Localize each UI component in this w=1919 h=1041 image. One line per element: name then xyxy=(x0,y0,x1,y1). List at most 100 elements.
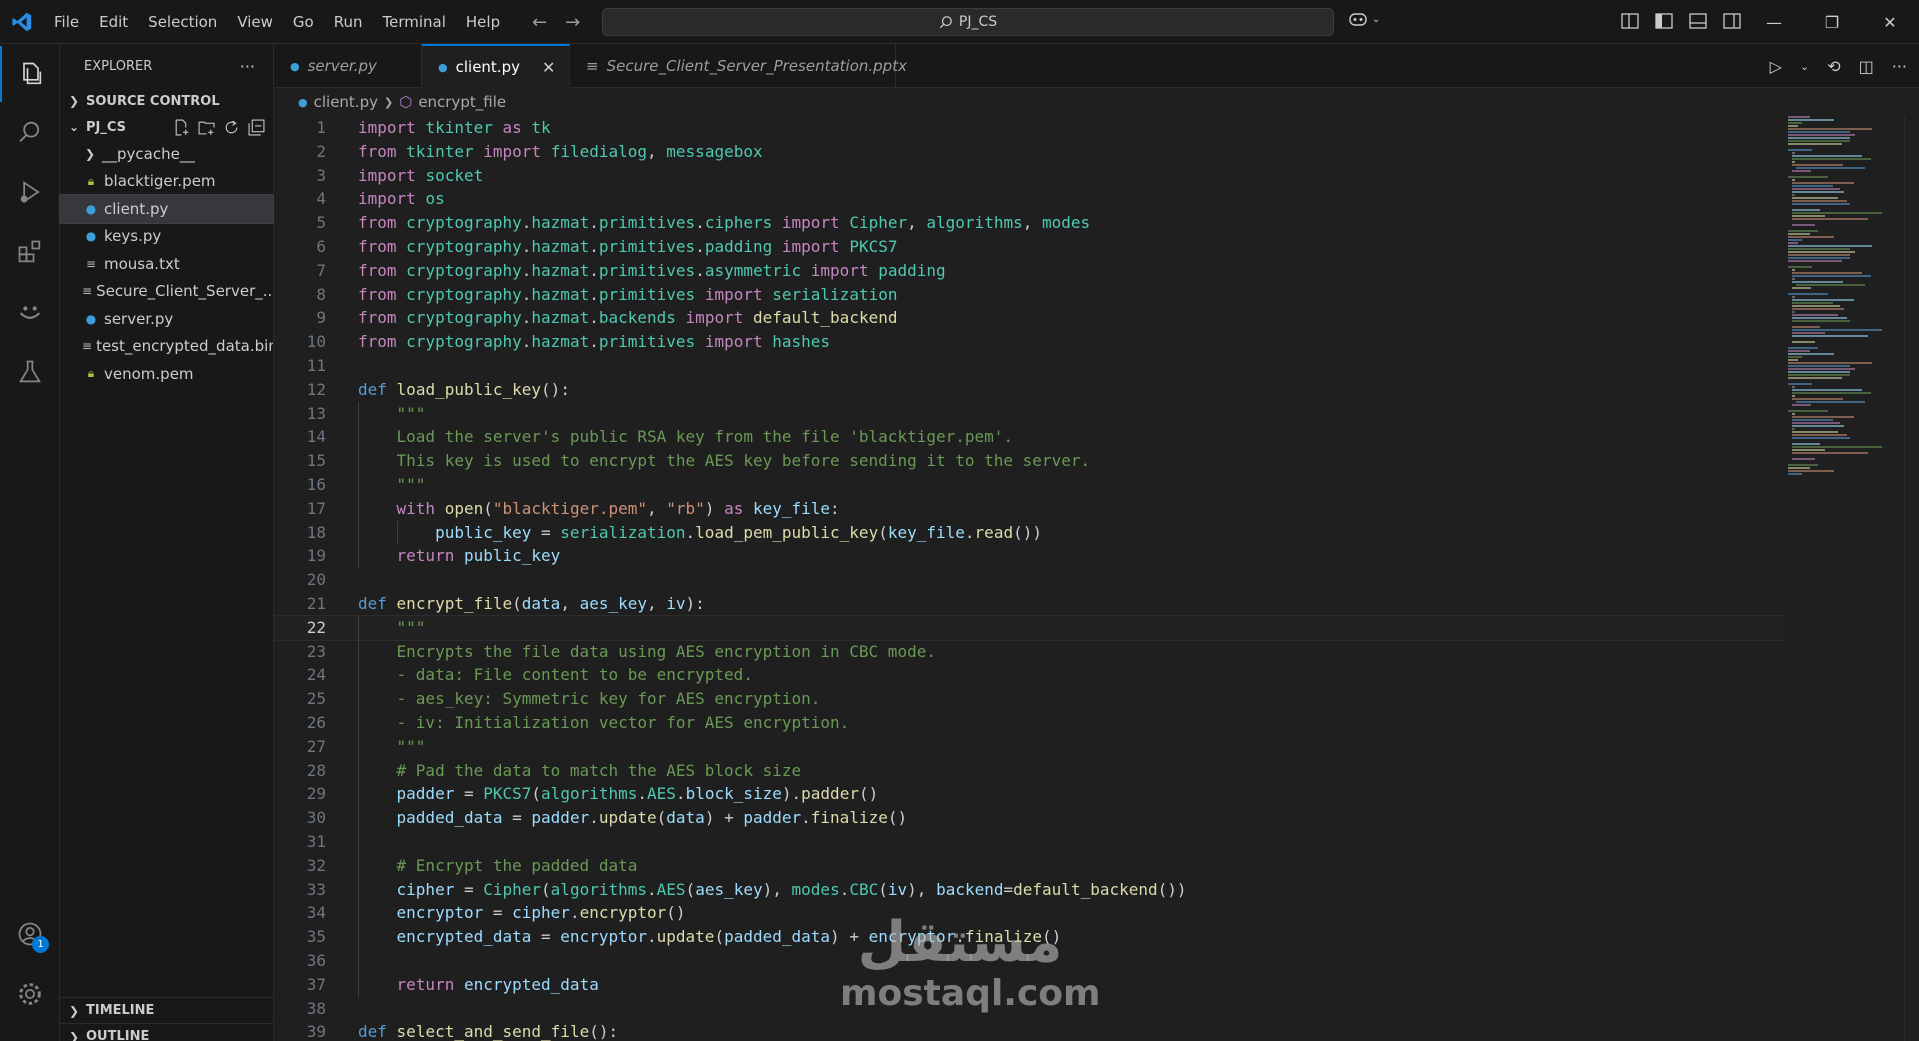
code-text: from tkinter import filedialog, messageb… xyxy=(358,141,763,161)
menu-go[interactable]: Go xyxy=(283,0,324,44)
code-line[interactable]: 5 from cryptography.hazmat.primitives.cip… xyxy=(274,211,1784,235)
code-line[interactable]: 1 import tkinter as tk xyxy=(274,116,1784,140)
restore-icon[interactable]: ❐ xyxy=(1803,0,1861,44)
code-line[interactable]: 31 xyxy=(274,830,1784,854)
minimize-icon[interactable]: — xyxy=(1745,0,1803,44)
code-line[interactable]: 4 import os xyxy=(274,187,1784,211)
code-line[interactable]: 7 from cryptography.hazmat.primitives.asy… xyxy=(274,259,1784,283)
menu-run[interactable]: Run xyxy=(324,0,373,44)
run-python-icon[interactable]: ▷ xyxy=(1770,57,1782,76)
code-line[interactable]: 13 """ xyxy=(274,402,1784,426)
new-file-icon[interactable] xyxy=(173,119,190,136)
tree-item-test-encrypted-data[interactable]: ≡ test_encrypted_data.bin xyxy=(60,333,273,361)
code-line[interactable]: 12 def load_public_key(): xyxy=(274,378,1784,402)
code-line[interactable]: 29 padder = PKCS7(algorithms.AES.block_s… xyxy=(274,782,1784,806)
code-line[interactable]: 10 from cryptography.hazmat.primitives im… xyxy=(274,330,1784,354)
split-editor-icon[interactable]: ◫ xyxy=(1859,57,1874,76)
tab-presentation[interactable]: ≡ Secure_Client_Server_Presentation.pptx xyxy=(570,44,907,88)
close-window-icon[interactable]: ✕ xyxy=(1861,0,1919,44)
testing-flask-icon[interactable] xyxy=(0,344,60,400)
code-editor[interactable]: 1 import tkinter as tk 2 from tkinter impor… xyxy=(274,116,1784,1041)
tab-server-py[interactable]: ● server.py xyxy=(274,44,422,88)
code-line[interactable]: 39 def select_and_send_file(): xyxy=(274,1020,1784,1041)
menu-terminal[interactable]: Terminal xyxy=(373,0,456,44)
code-line[interactable]: 24 - data: File content to be encrypted. xyxy=(274,663,1784,687)
tree-item-keys-py[interactable]: ● keys.py xyxy=(60,223,273,251)
copilot-button[interactable]: ⌄ xyxy=(1348,10,1380,28)
tree-item-mousa-txt[interactable]: ≡ mousa.txt xyxy=(60,250,273,278)
code-line[interactable]: 19 return public_key xyxy=(274,544,1784,568)
accounts-icon[interactable]: 1 xyxy=(0,906,60,962)
tree-item-client-py[interactable]: ● client.py xyxy=(59,194,274,224)
code-line[interactable]: 32 # Encrypt the padded data xyxy=(274,854,1784,878)
code-line[interactable]: 8 from cryptography.hazmat.primitives imp… xyxy=(274,283,1784,307)
explorer-icon[interactable] xyxy=(0,46,60,102)
menu-selection[interactable]: Selection xyxy=(138,0,227,44)
forward-arrow-icon[interactable]: → xyxy=(565,12,580,33)
tree-item-blacktiger-pem[interactable]: 🔒︎ blacktiger.pem xyxy=(60,168,273,196)
tree-item-pycache[interactable]: ❯ __pycache__ xyxy=(60,140,273,168)
menu-help[interactable]: Help xyxy=(456,0,510,44)
code-line[interactable]: 21 def encrypt_file(data, aes_key, iv): xyxy=(274,592,1784,616)
breadcrumb-file[interactable]: client.py xyxy=(314,93,378,111)
code-line[interactable]: 6 from cryptography.hazmat.primitives.pad… xyxy=(274,235,1784,259)
code-line[interactable]: 16 """ xyxy=(274,473,1784,497)
collapse-all-icon[interactable] xyxy=(248,119,265,136)
breadcrumb-symbol[interactable]: encrypt_file xyxy=(418,93,506,111)
code-line[interactable]: 28 # Pad the data to match the AES block… xyxy=(274,759,1784,783)
menu-file[interactable]: File xyxy=(44,0,89,44)
back-arrow-icon[interactable]: ← xyxy=(532,12,547,33)
indent-guide xyxy=(396,520,398,545)
code-line[interactable]: 11 xyxy=(274,354,1784,378)
close-tab-icon[interactable]: ✕ xyxy=(542,58,555,77)
timeline-section[interactable]: ❯ TIMELINE xyxy=(60,997,274,1023)
code-text: Encrypts the file data using AES encrypt… xyxy=(358,641,936,661)
outline-section[interactable]: ❯ OUTLINE xyxy=(60,1023,274,1041)
code-line[interactable]: 14 Load the server's public RSA key from… xyxy=(274,425,1784,449)
tree-item-venom-pem[interactable]: 🔒︎ venom.pem xyxy=(60,360,273,388)
project-folder-header[interactable]: ⌄ PJ_CS xyxy=(60,114,273,140)
code-line[interactable]: 23 Encrypts the file data using AES encr… xyxy=(274,640,1784,664)
refresh-icon[interactable] xyxy=(223,119,240,136)
mostaql-watermark: مستقل mostaql.com xyxy=(840,912,1101,1022)
tree-item-secure-client-server[interactable]: ≡ Secure_Client_Server_... xyxy=(60,278,273,306)
copilot-chat-icon[interactable] xyxy=(0,284,60,340)
code-line[interactable]: 22 """ xyxy=(274,614,1784,641)
minimap-line xyxy=(1788,242,1798,244)
more-actions-icon[interactable]: ··· xyxy=(240,57,255,76)
compare-icon[interactable]: ⟲ xyxy=(1827,57,1840,76)
code-line[interactable]: 25 - aes_key: Symmetric key for AES encr… xyxy=(274,687,1784,711)
code-line[interactable]: 3 import socket xyxy=(274,164,1784,188)
tab-client-py[interactable]: ● client.py ✕ xyxy=(422,44,570,88)
code-line[interactable]: 15 This key is used to encrypt the AES k… xyxy=(274,449,1784,473)
command-center-search[interactable]: PJ_CS xyxy=(602,8,1334,36)
code-line[interactable]: 2 from tkinter import filedialog, message… xyxy=(274,140,1784,164)
search-icon[interactable] xyxy=(0,104,60,160)
minimap-line xyxy=(1788,368,1856,370)
new-folder-icon[interactable] xyxy=(198,119,215,136)
source-control-section[interactable]: ❯ SOURCE CONTROL xyxy=(60,88,273,114)
toggle-sidebar-icon[interactable] xyxy=(1654,11,1674,31)
chevron-down-icon[interactable]: ⌄ xyxy=(1800,60,1809,73)
menu-edit[interactable]: Edit xyxy=(89,0,138,44)
code-line[interactable]: 18 public_key = serialization.load_pem_p… xyxy=(274,521,1784,545)
code-line[interactable]: 17 with open("blacktiger.pem", "rb") as … xyxy=(274,497,1784,521)
toggle-secondary-sidebar-icon[interactable] xyxy=(1722,11,1742,31)
code-line[interactable]: 33 cipher = Cipher(algorithms.AES(aes_ke… xyxy=(274,878,1784,902)
code-line[interactable]: 26 - iv: Initialization vector for AES e… xyxy=(274,711,1784,735)
extensions-icon[interactable] xyxy=(0,224,60,280)
run-and-debug-icon[interactable] xyxy=(0,164,60,220)
code-line[interactable]: 9 from cryptography.hazmat.backends impor… xyxy=(274,306,1784,330)
code-line[interactable]: 30 padded_data = padder.update(data) + p… xyxy=(274,806,1784,830)
more-actions-icon[interactable]: ··· xyxy=(1892,57,1907,76)
settings-gear-icon[interactable] xyxy=(0,966,60,1022)
code-line[interactable]: 20 xyxy=(274,568,1784,592)
code-line[interactable]: 27 """ xyxy=(274,735,1784,759)
menu-bar: File Edit Selection View Go Run Terminal… xyxy=(44,0,510,44)
minimap[interactable] xyxy=(1784,116,1904,1041)
toggle-panel-icon[interactable] xyxy=(1688,11,1708,31)
menu-view[interactable]: View xyxy=(227,0,283,44)
vertical-scrollbar[interactable] xyxy=(1904,116,1919,1041)
tree-item-server-py[interactable]: ● server.py xyxy=(60,305,273,333)
customize-layout-icon[interactable] xyxy=(1620,11,1640,31)
